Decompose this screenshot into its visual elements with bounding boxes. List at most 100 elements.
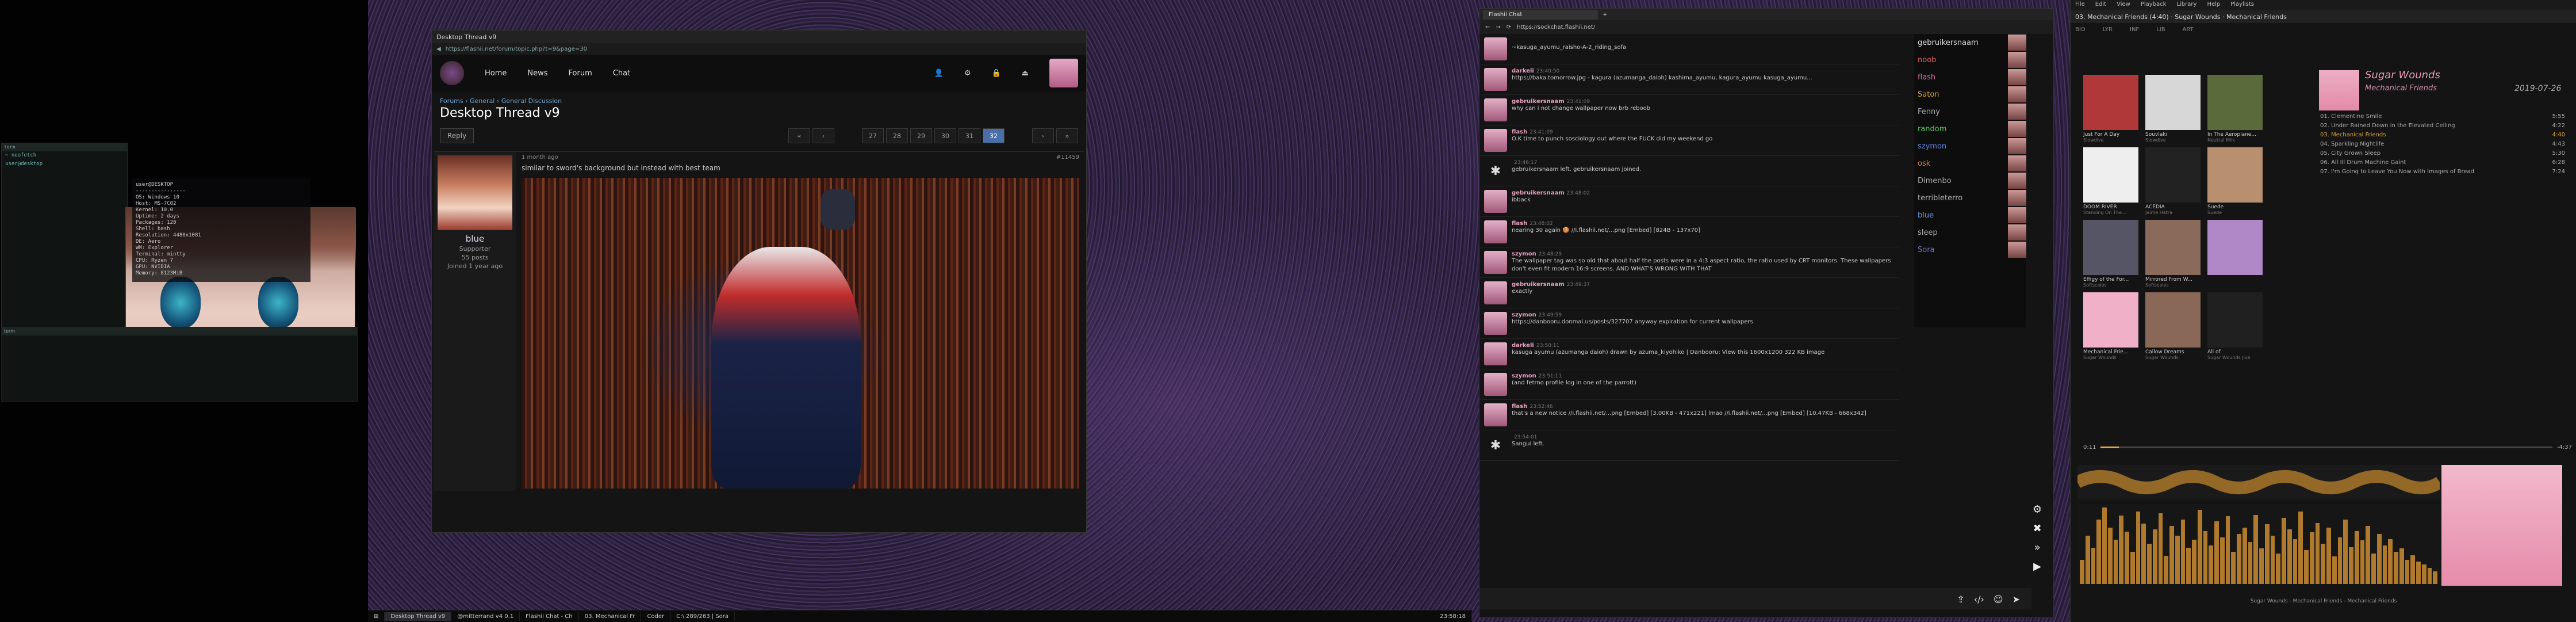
page-first[interactable]: « bbox=[788, 128, 810, 143]
chat-username[interactable]: szymon bbox=[1512, 312, 1536, 318]
userlist-item[interactable]: Dimenbo bbox=[1914, 172, 2026, 189]
chat-username[interactable]: gebruikersnaam bbox=[1512, 98, 1565, 105]
album-cover[interactable] bbox=[2319, 70, 2359, 110]
track-row[interactable]: 04. Sparkling Nightlife 4:43 bbox=[2319, 140, 2566, 150]
userlist-name[interactable]: Dimenbo bbox=[1918, 177, 1952, 185]
page-32[interactable]: 32 bbox=[983, 128, 1005, 143]
userlist-item[interactable]: osk bbox=[1914, 155, 2026, 172]
reload-icon[interactable]: ⟳ bbox=[1506, 24, 1511, 30]
menu-item[interactable]: Library bbox=[2176, 1, 2196, 9]
chat-browser-window[interactable]: Flashii Chat + ← → ⟳ https://sockchat.flashi… bbox=[1479, 8, 2054, 618]
waveform[interactable] bbox=[2075, 465, 2444, 499]
userlist-name[interactable]: Sora bbox=[1918, 246, 1935, 254]
chat-username[interactable]: gebruikersnaam bbox=[1512, 281, 1565, 288]
chat-avatar[interactable] bbox=[1484, 251, 1507, 274]
chat-tab[interactable]: Flashii Chat bbox=[1483, 9, 1598, 20]
back-icon[interactable]: ← bbox=[1485, 24, 1490, 30]
mute-icon[interactable]: ✖ bbox=[2033, 522, 2041, 535]
menu-item[interactable]: Edit bbox=[2095, 1, 2106, 9]
taskbar-item[interactable]: Coder bbox=[641, 612, 671, 621]
chat-username[interactable]: szymon bbox=[1512, 251, 1536, 257]
crumb-general-discussion[interactable]: General Discussion bbox=[501, 97, 562, 105]
album-tile[interactable]: Souvlaki Slowdive bbox=[2145, 75, 2201, 143]
userlist-item[interactable]: gebruikersnaam bbox=[1914, 34, 2026, 51]
album-tile[interactable]: Mechanical Frie... Sugar Wounds bbox=[2083, 292, 2138, 360]
chat-avatar[interactable] bbox=[1484, 68, 1507, 91]
taskbar-item[interactable]: Desktop Thread v9 bbox=[385, 612, 452, 621]
album-tile[interactable] bbox=[2207, 220, 2263, 288]
album-tile[interactable]: DOOM RIVER Standing On The... bbox=[2083, 147, 2138, 215]
terminal-window-2[interactable]: term bbox=[1, 327, 358, 402]
crumb-forums[interactable]: Forums bbox=[440, 97, 463, 105]
userlist-item[interactable]: random bbox=[1914, 120, 2026, 138]
crumb-general[interactable]: General bbox=[470, 97, 494, 105]
chat-avatar[interactable] bbox=[1484, 342, 1507, 365]
chat-avatar[interactable] bbox=[1484, 220, 1507, 243]
chat-input-bar[interactable]: ⇪ ‹/› ☺ ➤ bbox=[1479, 589, 2031, 609]
chat-username[interactable]: flash bbox=[1512, 220, 1527, 227]
track-row[interactable]: 02. Under Rained Down in the Elevated Ce… bbox=[2319, 122, 2566, 131]
site-logo[interactable] bbox=[440, 61, 464, 85]
track-row[interactable]: 03. Mechanical Friends 4:40 bbox=[2319, 131, 2566, 140]
userlist-name[interactable]: szymon bbox=[1918, 142, 1946, 151]
taskbar-item[interactable]: 03. Mechanical Fr bbox=[579, 612, 642, 621]
album-tile[interactable]: Suede Suede bbox=[2207, 147, 2263, 215]
avatar[interactable] bbox=[1049, 59, 1078, 87]
forum-urlbar[interactable]: ◀ https://flashii.net/forum/topic.php?t=9… bbox=[432, 43, 1086, 55]
forum-url[interactable]: https://flashii.net/forum/topic.php?t=9&… bbox=[446, 46, 587, 52]
album-tile[interactable]: Just For A Day Slowdive bbox=[2083, 75, 2138, 143]
track-row[interactable]: 01. Clementine Smile 5:55 bbox=[2319, 113, 2566, 122]
gear-icon[interactable]: ⚙ bbox=[964, 69, 971, 78]
album-tile[interactable]: Callow Dreams Sugar Wounds bbox=[2145, 292, 2201, 360]
new-tab-icon[interactable]: + bbox=[1603, 12, 1607, 18]
back-icon[interactable]: ◀ bbox=[436, 46, 441, 52]
chat-avatar[interactable] bbox=[1484, 98, 1507, 121]
terminal-window[interactable]: term ~ neofetch user@desktop bbox=[1, 143, 128, 333]
menu-item[interactable]: Playback bbox=[2141, 1, 2167, 9]
player-tab[interactable]: INF bbox=[2130, 26, 2139, 33]
track-row[interactable]: 05. City Grown Sleep 5:30 bbox=[2319, 150, 2566, 159]
large-album-art[interactable] bbox=[2441, 465, 2562, 586]
userlist-name[interactable]: gebruikersnaam bbox=[1918, 39, 1979, 47]
userlist-item[interactable]: Saton bbox=[1914, 86, 2026, 103]
page-28[interactable]: 28 bbox=[886, 128, 908, 143]
userlist-name[interactable]: flash bbox=[1918, 73, 1935, 82]
chat-urlbar[interactable]: ← → ⟳ https://sockchat.flashii.net/ bbox=[1479, 20, 2053, 34]
nav-news[interactable]: News bbox=[527, 69, 547, 78]
player-tab[interactable]: LYR bbox=[2103, 26, 2113, 33]
userlist-name[interactable]: sleep bbox=[1918, 228, 1938, 237]
player-tab[interactable]: BIO bbox=[2075, 26, 2086, 33]
start-icon[interactable]: ⊞ bbox=[368, 612, 385, 621]
logout-icon[interactable]: ⏏ bbox=[1022, 69, 1029, 78]
forum-titlebar[interactable]: Desktop Thread v9 bbox=[432, 30, 1086, 43]
chat-username[interactable]: darkeli bbox=[1512, 342, 1534, 349]
userlist-item[interactable]: Sora bbox=[1914, 241, 2026, 258]
taskbar-item[interactable]: C:\ 289/263 | Sora bbox=[670, 612, 735, 621]
userlist-item[interactable]: Fenny bbox=[1914, 103, 2026, 120]
settings-icon[interactable]: ⚙ bbox=[2033, 503, 2042, 516]
taskbar-item[interactable]: Flashii Chat - Ch bbox=[520, 612, 579, 621]
forum-browser-window[interactable]: Desktop Thread v9 ◀ https://flashii.net/f… bbox=[431, 30, 1087, 533]
forward-icon[interactable]: → bbox=[1496, 24, 1500, 30]
play-icon[interactable]: ▶ bbox=[2033, 560, 2041, 573]
nav-chat[interactable]: Chat bbox=[613, 69, 630, 78]
userlist-name[interactable]: Fenny bbox=[1918, 108, 1940, 116]
chat-avatar[interactable] bbox=[1484, 281, 1507, 304]
terminal-titlebar[interactable]: term bbox=[2, 143, 127, 151]
player-tab[interactable]: LIB bbox=[2156, 26, 2165, 33]
menu-item[interactable]: Playlists bbox=[2230, 1, 2254, 9]
track-row[interactable]: 06. All Ill Drum Machine Gaint 6:28 bbox=[2319, 159, 2566, 168]
userlist-item[interactable]: terribleterro bbox=[1914, 189, 2026, 207]
chat-url[interactable]: https://sockchat.flashii.net/ bbox=[1517, 24, 1595, 30]
page-29[interactable]: 29 bbox=[910, 128, 932, 143]
userlist-name[interactable]: Saton bbox=[1918, 90, 1939, 99]
player-tab[interactable]: ART bbox=[2183, 26, 2194, 33]
chat-username[interactable]: gebruikersnaam bbox=[1512, 190, 1565, 196]
reply-button[interactable]: Reply bbox=[440, 128, 474, 143]
chat-avatar[interactable] bbox=[1484, 37, 1507, 60]
taskbar-item[interactable]: @mitterrand v4 0.1 bbox=[451, 612, 520, 621]
post-id[interactable]: #11459 bbox=[1056, 154, 1079, 161]
page-30[interactable]: 30 bbox=[934, 128, 956, 143]
post-image[interactable] bbox=[522, 178, 1079, 489]
post-username[interactable]: blue bbox=[438, 234, 512, 244]
